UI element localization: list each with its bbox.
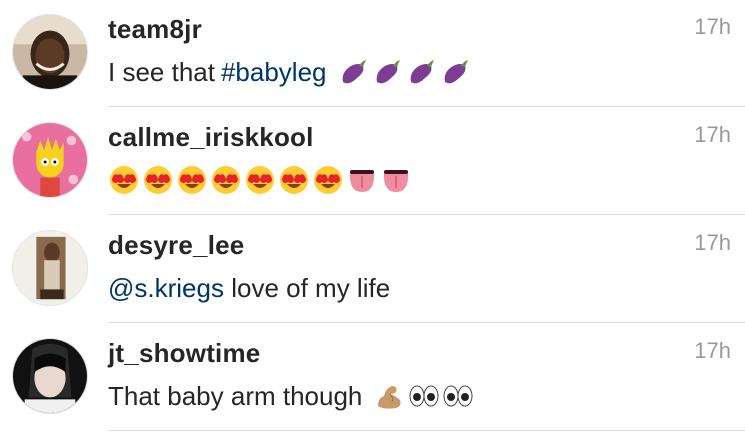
comment-row: callme_iriskkool 17h: [0, 108, 745, 215]
tongue-icon: [346, 164, 378, 196]
comment-row: desyre_lee 17h @s.kriegs love of my life: [0, 216, 745, 323]
mention-link[interactable]: @s.kriegs: [108, 273, 224, 304]
divider: [108, 106, 745, 107]
heart-eyes-icon: [278, 164, 310, 196]
comment-text: [108, 162, 414, 198]
comment-text: I see that #babyleg: [108, 54, 473, 90]
heart-eyes-icon: [108, 164, 140, 196]
username[interactable]: callme_iriskkool: [108, 122, 314, 153]
eggplant-icon: [439, 56, 471, 88]
divider: [108, 322, 745, 323]
comment-row: team8jr 17h I see that #babyleg: [0, 0, 745, 107]
comment-plain-text: I see that: [108, 56, 215, 87]
avatar[interactable]: [12, 338, 88, 414]
avatar[interactable]: [12, 14, 88, 90]
tongue-icon: [380, 164, 412, 196]
comment-plain-text: love of my life: [223, 272, 391, 303]
username[interactable]: jt_showtime: [108, 338, 260, 369]
timestamp: 17h: [694, 14, 731, 39]
eyes-icon: [442, 380, 474, 412]
username[interactable]: desyre_lee: [108, 230, 244, 261]
timestamp: 17h: [694, 230, 731, 255]
comment-text: @s.kriegs love of my life: [108, 270, 390, 306]
eggplant-icon: [337, 56, 369, 88]
heart-eyes-icon: [176, 164, 208, 196]
timestamp: 17h: [694, 338, 731, 363]
hashtag-link[interactable]: #babyleg: [221, 57, 327, 88]
comment-text: That baby arm though: [108, 378, 476, 414]
avatar[interactable]: [12, 122, 88, 198]
heart-eyes-icon: [210, 164, 242, 196]
eggplant-icon: [371, 56, 403, 88]
comments-list: team8jr 17h I see that #babyleg callme_i…: [0, 0, 745, 433]
comment-plain-text: That baby arm though: [108, 380, 363, 411]
timestamp: 17h: [694, 122, 731, 147]
flexed-biceps-icon: [374, 380, 406, 412]
comment-row: jt_showtime 17h That baby arm though: [0, 324, 745, 431]
eggplant-icon: [405, 56, 437, 88]
eyes-icon: [408, 380, 440, 412]
heart-eyes-icon: [244, 164, 276, 196]
avatar[interactable]: [12, 230, 88, 306]
heart-eyes-icon: [312, 164, 344, 196]
username[interactable]: team8jr: [108, 14, 202, 45]
heart-eyes-icon: [142, 164, 174, 196]
divider: [108, 430, 745, 431]
divider: [108, 214, 745, 215]
